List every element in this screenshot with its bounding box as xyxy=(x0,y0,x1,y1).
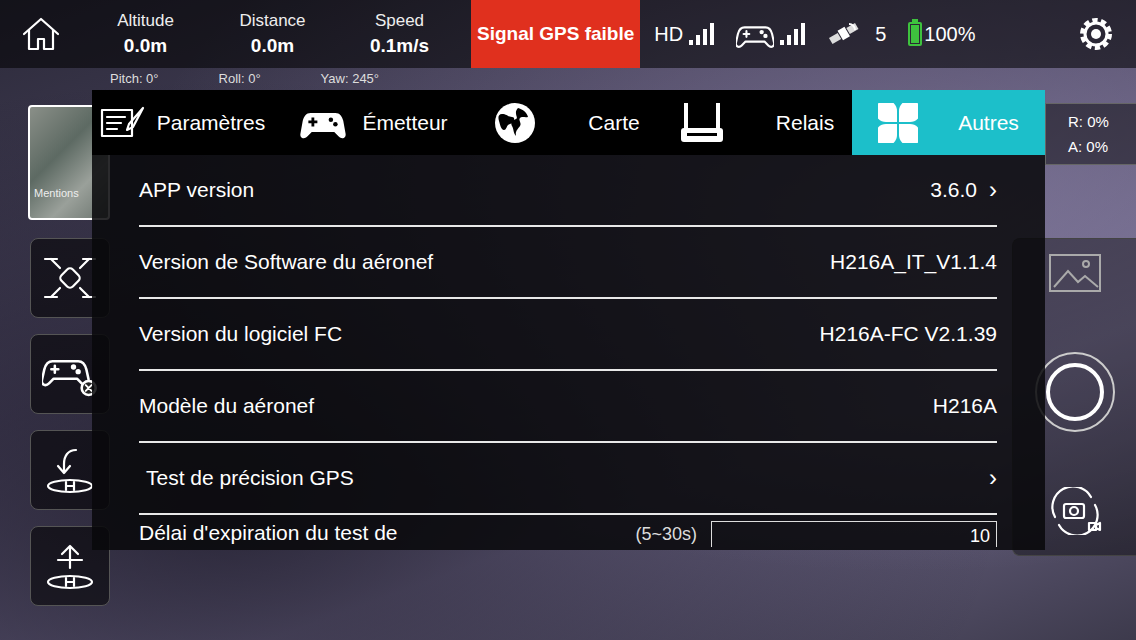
signal-bar xyxy=(780,40,784,45)
drone-icon xyxy=(42,250,98,306)
settings-row[interactable]: Test de précision GPS › xyxy=(139,443,997,515)
row-label: Modèle du aéronef xyxy=(139,394,314,418)
shutter-ring xyxy=(1046,363,1104,421)
chevron-icon: › xyxy=(989,464,997,492)
telemetry-value: Roll: 0° xyxy=(219,71,261,86)
return-home-icon xyxy=(42,442,98,498)
gps-alert: Signal GPS faible xyxy=(471,0,640,68)
row-value: 3.6.0 xyxy=(930,178,977,202)
video-link: HD xyxy=(654,23,714,46)
battery-icon xyxy=(908,22,922,46)
chevron-icon: › xyxy=(989,176,997,204)
settings-row: Version de Software du aéronef H216A_IT_V… xyxy=(139,227,997,299)
home-button[interactable] xyxy=(0,0,82,68)
gamepad-icon xyxy=(736,18,774,50)
tab[interactable]: Carte xyxy=(472,90,662,155)
gallery-button[interactable] xyxy=(1048,253,1102,297)
ratio-value: R: 0% xyxy=(1068,113,1136,130)
stat-value: 0.0m xyxy=(251,35,294,57)
tab[interactable]: Autres xyxy=(852,90,1045,155)
signal-bar xyxy=(710,23,714,45)
remote-link xyxy=(736,18,805,50)
stat-label: Altitude xyxy=(117,11,174,31)
gear-icon xyxy=(1076,14,1116,54)
tab-label: Carte xyxy=(588,111,639,135)
row-label: Version de Software du aéronef xyxy=(139,250,433,274)
row-label: Délai d'expiration du test de xyxy=(139,521,398,545)
settings-row[interactable]: Délai d'expiration du test de (5~30s) 10 xyxy=(139,515,997,550)
settings-row[interactable]: APP version 3.6.0 › xyxy=(139,155,997,227)
row-label: Test de précision GPS xyxy=(139,466,354,490)
settings-row: Version du logiciel FC H216A-FC V2.1.39 xyxy=(139,299,997,371)
others-icon xyxy=(878,103,918,143)
tab[interactable]: Paramètres xyxy=(92,90,272,155)
stat-value: 0.1m/s xyxy=(370,35,429,57)
telemetry: Pitch: 0° Roll: 0° Yaw: 245° xyxy=(110,71,379,86)
ratio-box: R: 0% A: 0% xyxy=(1045,103,1136,165)
row-value: H216A_IT_V1.1.4 xyxy=(830,250,997,274)
row-label: Version du logiciel FC xyxy=(139,322,342,346)
map-credit: Mentions xyxy=(34,187,79,199)
tab[interactable]: Relais xyxy=(662,90,852,155)
stat-value: 0.0m xyxy=(124,35,167,57)
tab-label: Relais xyxy=(776,111,834,135)
row-value: H216A-FC V2.1.39 xyxy=(820,322,997,346)
top-bar: Altitude 0.0m Distance 0.0m Speed 0.1m/s Signa… xyxy=(0,0,1136,68)
row-value-group: H216A xyxy=(933,394,997,418)
row-value: H216A xyxy=(933,394,997,418)
signal-bar xyxy=(696,35,700,45)
row-hint: (5~30s) xyxy=(635,524,697,545)
signal-bars xyxy=(780,23,805,45)
remote-off-icon xyxy=(42,350,98,398)
tab-bar: Paramètres Émetteur Carte Relais Autres xyxy=(92,90,1045,155)
home-icon xyxy=(21,16,61,52)
settings-button[interactable] xyxy=(1076,14,1116,54)
stat: Altitude 0.0m xyxy=(82,0,209,68)
stat: Distance 0.0m xyxy=(209,0,336,68)
camera-switch-button[interactable] xyxy=(1045,487,1105,539)
tab-label: Autres xyxy=(958,111,1019,135)
settings-row: Modèle du aéronef H216A xyxy=(139,371,997,443)
satellite-icon xyxy=(827,19,861,49)
ratio-value: A: 0% xyxy=(1068,138,1136,155)
globe-icon xyxy=(494,102,536,144)
status-icons: HD 5 100% xyxy=(640,0,1136,68)
signal-bar xyxy=(801,23,805,45)
router-icon xyxy=(680,102,724,144)
stat-label: Distance xyxy=(239,11,305,31)
satellite-count: 5 xyxy=(875,23,886,46)
stat-label: Speed xyxy=(375,11,424,31)
signal-bar xyxy=(689,40,693,45)
battery-value: 100% xyxy=(924,23,975,46)
tab[interactable]: Émetteur xyxy=(272,90,472,155)
battery: 100% xyxy=(908,22,975,46)
telemetry-value: Yaw: 245° xyxy=(321,71,379,86)
stat: Speed 0.1m/s xyxy=(336,0,463,68)
satellites: 5 xyxy=(827,19,886,49)
takeoff-icon xyxy=(42,538,98,594)
row-value-group: › xyxy=(989,464,997,492)
telemetry-value: Pitch: 0° xyxy=(110,71,159,86)
shutter-button[interactable] xyxy=(1035,352,1115,432)
video-link-label: HD xyxy=(654,23,683,46)
camera-switch-icon xyxy=(1045,487,1105,535)
signal-bars xyxy=(689,23,714,45)
signal-bar xyxy=(794,29,798,45)
tab-label: Paramètres xyxy=(157,111,266,135)
gallery-icon xyxy=(1048,253,1102,293)
timeout-input[interactable]: 10 xyxy=(711,521,997,547)
row-value-group: H216A-FC V2.1.39 xyxy=(820,322,997,346)
signal-bar xyxy=(787,35,791,45)
tab-label: Émetteur xyxy=(362,111,447,135)
row-value-group: 3.6.0 › xyxy=(930,176,997,204)
settings-list: APP version 3.6.0 › Version de Software du … xyxy=(92,155,1045,550)
row-value-group: H216A_IT_V1.1.4 xyxy=(830,250,997,274)
signal-bar xyxy=(703,29,707,45)
gamepad-icon xyxy=(296,105,350,141)
parameters-icon xyxy=(99,106,145,140)
settings-panel: Paramètres Émetteur Carte Relais Autres APP v… xyxy=(92,90,1045,550)
battery-fill xyxy=(911,25,919,43)
row-label: APP version xyxy=(139,178,254,202)
row-value-group: (5~30s) 10 xyxy=(635,521,997,547)
